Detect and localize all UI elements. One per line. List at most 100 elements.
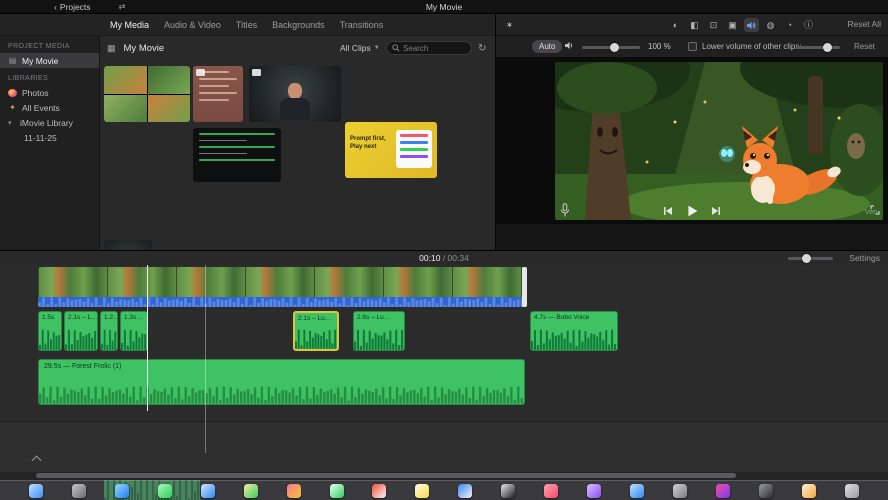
dock-icon-photos[interactable] — [286, 483, 301, 498]
grid-view-icon[interactable]: ▦ — [107, 43, 116, 54]
adjust-toolbar: ✶ ◐ ◧ ⊡ ▣ ◍ ◔ ⓘ Reset All — [496, 14, 888, 36]
color-correction-icon[interactable]: ◐ — [668, 18, 683, 32]
timeline-empty-area[interactable] — [0, 421, 888, 472]
dock-icon-podcasts[interactable] — [587, 483, 602, 498]
sidebar-item-imovie-library[interactable]: ▾ iMovie Library — [0, 115, 99, 130]
enhance-wand-icon[interactable]: ✶ — [502, 18, 517, 32]
dock-icon-finder[interactable] — [28, 483, 43, 498]
waveform — [101, 329, 117, 350]
dock-icon-reminders[interactable] — [458, 483, 473, 498]
video-audio-track[interactable] — [38, 297, 525, 307]
timeline-audio-clip[interactable]: 2.1s – Lu… — [293, 311, 339, 351]
dock-icon-music[interactable] — [544, 483, 559, 498]
timeline-audio-clip[interactable]: 1.3s… — [120, 311, 148, 351]
horizontal-scrollbar[interactable] — [36, 473, 736, 478]
tab-audio-video[interactable]: Audio & Video — [164, 20, 221, 30]
dock-icon-imovie[interactable] — [715, 483, 730, 498]
sidebar-item-all-events[interactable]: ✦ All Events — [0, 100, 99, 115]
dock-icon-pages[interactable] — [801, 483, 816, 498]
video-badge-icon — [196, 69, 205, 76]
timecode: 00:10 / 00:34 — [419, 253, 469, 263]
volume-slider[interactable] — [582, 42, 640, 52]
color-balance-icon[interactable]: ◧ — [687, 18, 702, 32]
timeline-audio-clip[interactable]: 4.7s — Bobo Voice — [530, 311, 618, 351]
dock-icon-safari[interactable] — [114, 483, 129, 498]
imovie-window: ‹ Projects ⇄ My Movie My Media Audio & V… — [0, 0, 888, 500]
reset-button[interactable]: Reset — [854, 42, 875, 51]
dock-icon-messages[interactable] — [157, 483, 172, 498]
play-icon[interactable] — [686, 205, 698, 217]
search-input[interactable] — [403, 43, 463, 53]
sidebar-item-label: iMovie Library — [20, 117, 73, 128]
tab-transitions[interactable]: Transitions — [340, 20, 384, 30]
search-icon — [392, 44, 400, 52]
crop-icon[interactable]: ⊡ — [706, 18, 721, 32]
tab-my-media[interactable]: My Media — [110, 20, 149, 30]
window-title: My Movie — [425, 1, 463, 12]
clip-zoom-slider[interactable] — [788, 253, 833, 263]
ducking-slider[interactable] — [796, 42, 840, 52]
media-thumbnail[interactable] — [193, 66, 243, 122]
sidebar-item-library-date[interactable]: 11-11-25 — [0, 130, 99, 145]
dock-icon-calendar[interactable] — [372, 483, 387, 498]
video-badge-icon — [252, 69, 261, 76]
timeline-audio-clip[interactable]: 1.5s — [38, 311, 62, 351]
timeline-audio-clip[interactable]: 1.2… — [100, 311, 118, 351]
noise-reduction-icon[interactable]: ◍ — [763, 18, 778, 32]
dock-icon-notes[interactable] — [415, 483, 430, 498]
dock-icon-tv[interactable] — [501, 483, 516, 498]
tab-backgrounds[interactable]: Backgrounds — [272, 20, 325, 30]
dock-icon-launchpad[interactable] — [71, 483, 86, 498]
trim-handle[interactable] — [522, 267, 527, 307]
media-thumbnail[interactable] — [249, 66, 341, 122]
chevron-down-icon: ▼ — [373, 45, 380, 51]
reset-all-button[interactable]: Reset All — [847, 19, 881, 29]
dock-icon-maps[interactable] — [243, 483, 258, 498]
search-field[interactable] — [386, 41, 472, 55]
lower-volume-checkbox[interactable] — [688, 42, 697, 51]
reimport-icon[interactable]: ↻ — [478, 43, 486, 54]
dock-icon-facetime[interactable] — [329, 483, 344, 498]
inspector-pane: ✶ ◐ ◧ ⊡ ▣ ◍ ◔ ⓘ Reset All Auto 100 % Low… — [495, 14, 888, 250]
star-icon: ✦ — [9, 103, 16, 112]
media-thumbnail[interactable]: Prompt first, Play next — [345, 122, 437, 178]
volume-percent: 100 % — [648, 42, 671, 51]
clip-filter-dropdown[interactable]: All Clips ▼ — [340, 43, 380, 53]
titlebar: ‹ Projects ⇄ My Movie — [0, 0, 888, 14]
skimmer-line — [205, 265, 206, 453]
clip-label: 1.5s — [42, 314, 55, 321]
sidebar-item-my-movie[interactable]: ▤ My Movie — [0, 53, 99, 68]
timeline-settings-button[interactable]: Settings — [849, 253, 880, 263]
tab-titles[interactable]: Titles — [236, 20, 257, 30]
dock-icon-system-settings[interactable] — [673, 483, 687, 498]
info-icon[interactable]: ⓘ — [801, 18, 816, 32]
horizontal-scroll-area — [0, 472, 888, 480]
timeline-audio-clip[interactable]: 2.6s – Lu… — [353, 311, 405, 351]
background-music-clip[interactable]: 29.5s — Forest Frolic (1) — [38, 359, 525, 405]
voiceover-mic-icon[interactable] — [560, 203, 570, 218]
dock-icon-app-store[interactable] — [630, 483, 645, 498]
media-thumbnail[interactable] — [193, 128, 281, 182]
waveform — [531, 329, 617, 350]
previous-frame-icon[interactable] — [663, 206, 673, 216]
next-frame-icon[interactable] — [711, 206, 721, 216]
stabilization-icon[interactable]: ▣ — [725, 18, 740, 32]
dock-icon-trash[interactable] — [844, 483, 859, 498]
volume-icon[interactable] — [744, 18, 759, 32]
dock-icon-mail[interactable] — [200, 483, 215, 498]
dock-icon-terminal[interactable] — [758, 483, 773, 498]
playhead[interactable] — [147, 265, 148, 411]
media-thumbnail[interactable] — [104, 66, 190, 122]
speed-icon[interactable]: ◔ — [782, 18, 797, 32]
auto-button[interactable]: Auto — [532, 40, 563, 53]
timeline-toolbar: 00:10 / 00:34 Settings — [0, 251, 888, 265]
transport-controls — [496, 198, 888, 224]
disclosure-chevron-icon[interactable]: ▾ — [8, 119, 15, 127]
fullscreen-icon[interactable] — [870, 205, 880, 215]
sidebar-item-photos[interactable]: Photos — [0, 85, 99, 100]
sidebar-item-label: Photos — [22, 87, 49, 98]
timeline-body[interactable]: 1.5s 2.1s – L… 1.2… 1.3s… 2.1s – Lu… 2.6s – L… — [0, 265, 888, 472]
timeline-audio-clip[interactable]: 2.1s – L… — [64, 311, 98, 351]
speaker-icon[interactable] — [564, 41, 575, 50]
video-clip-filmstrip[interactable] — [38, 267, 525, 297]
